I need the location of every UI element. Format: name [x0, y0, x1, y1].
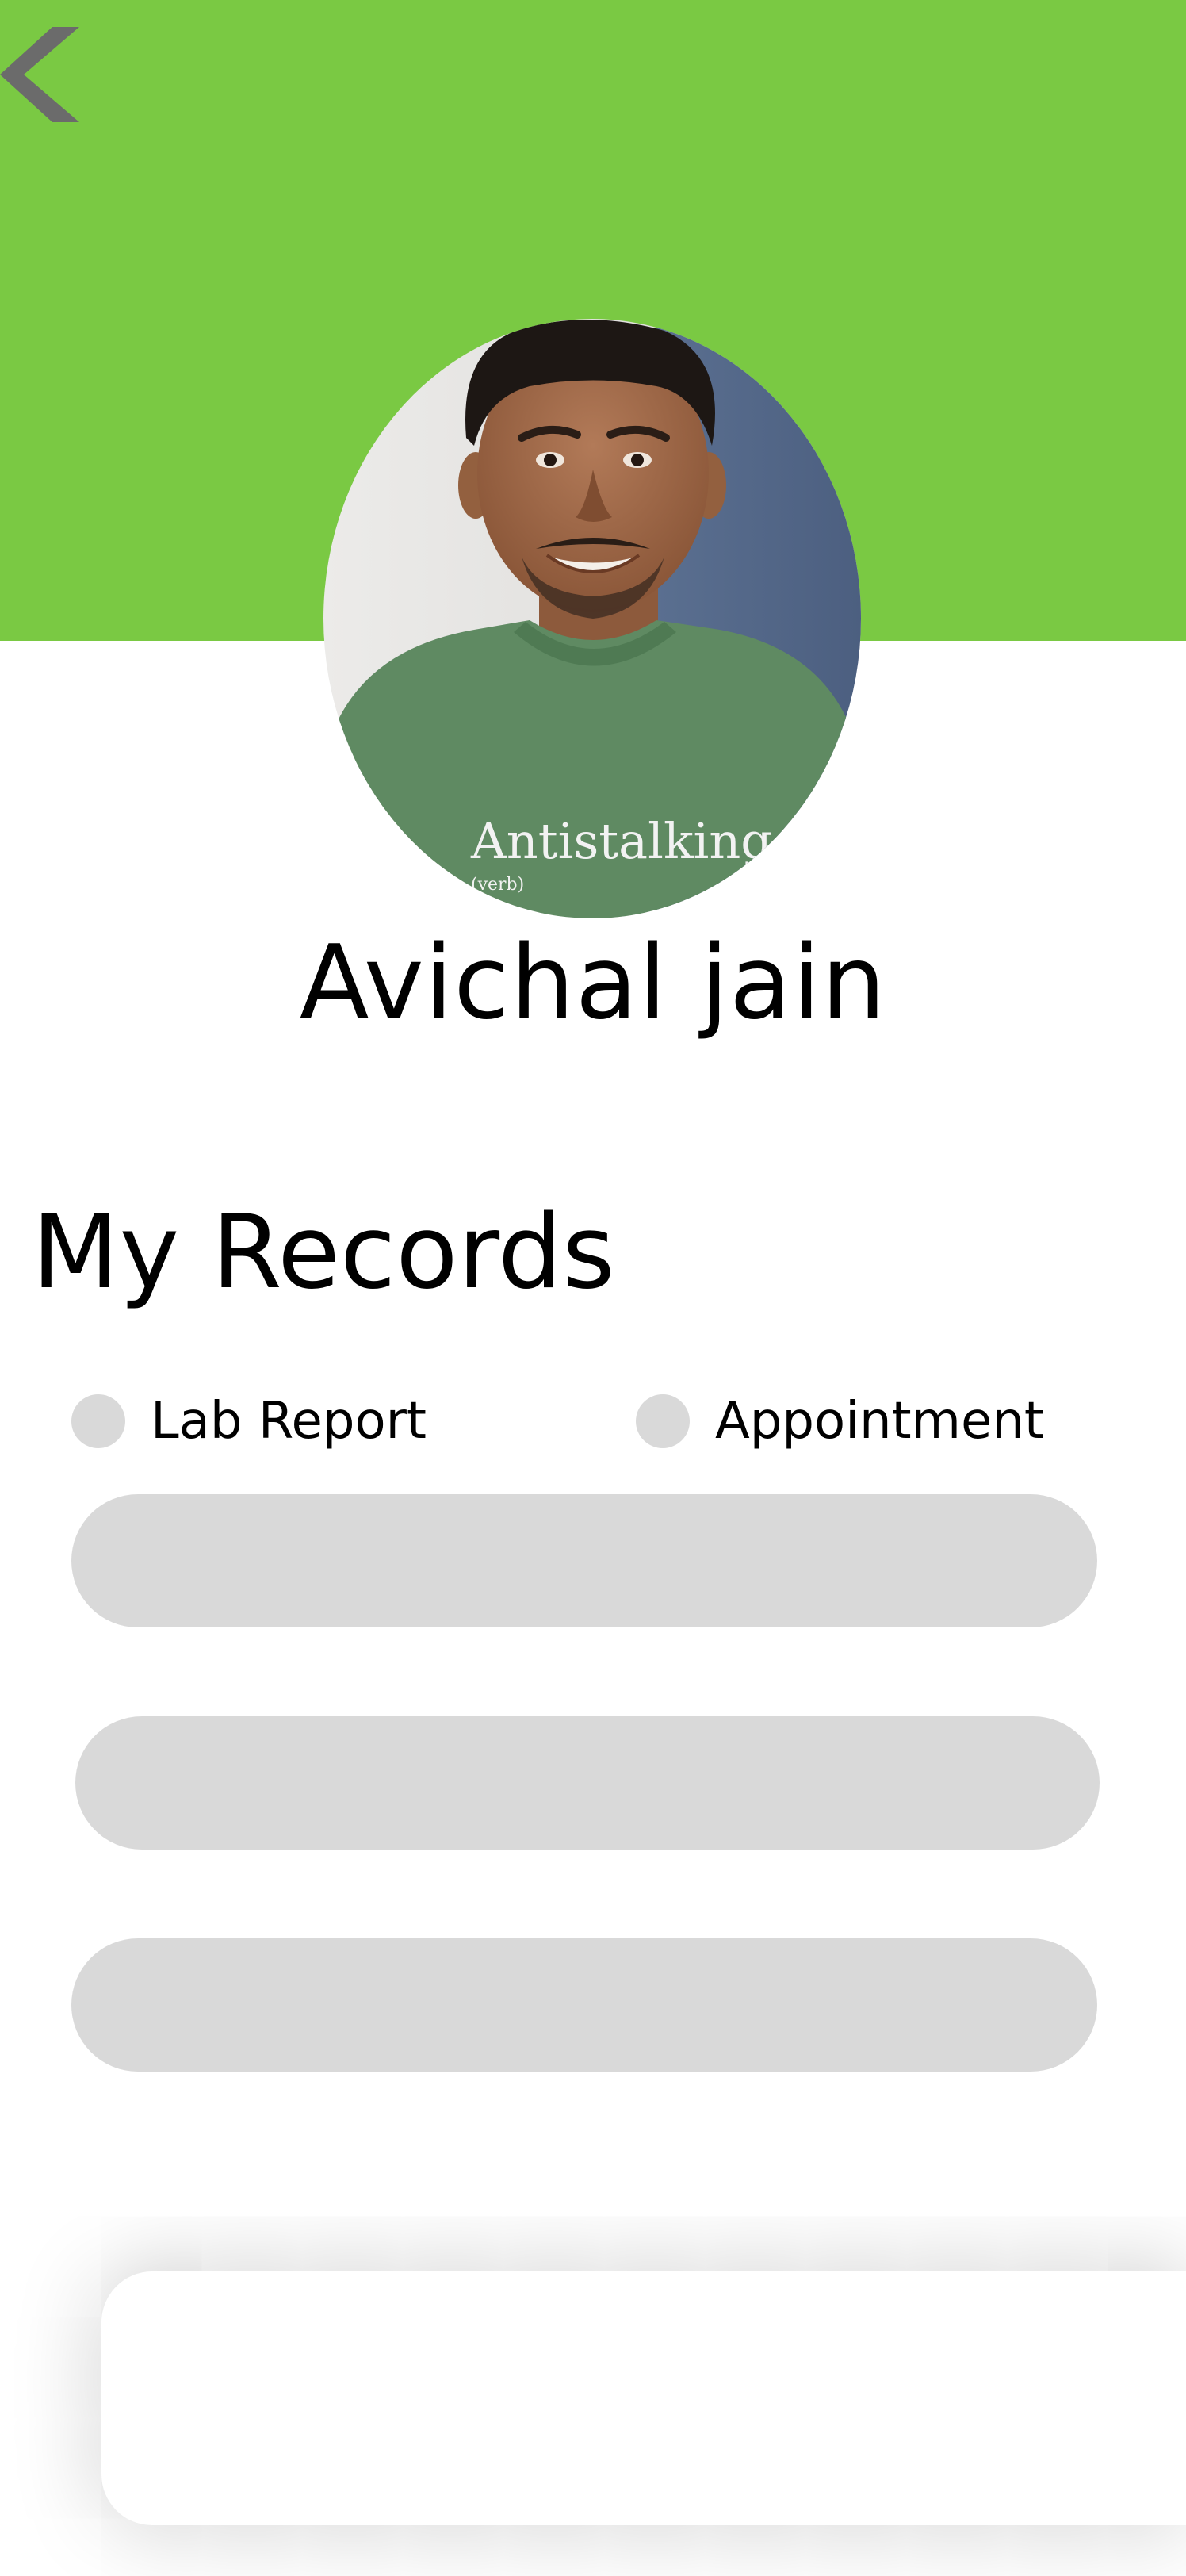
svg-text:Antistalking: Antistalking — [470, 812, 772, 870]
lab-report-label: Lab Report — [151, 1392, 427, 1451]
record-item-placeholder[interactable] — [71, 1494, 1097, 1627]
lab-report-radio[interactable] — [71, 1394, 125, 1448]
appointment-label: Appointment — [715, 1392, 1044, 1451]
appointment-radio[interactable] — [636, 1394, 690, 1448]
record-item-placeholder[interactable] — [75, 1716, 1100, 1850]
avatar: Antistalking (verb) — [323, 319, 861, 918]
appointment-option[interactable]: Appointment — [636, 1390, 1044, 1453]
lab-report-option[interactable]: Lab Report — [71, 1390, 427, 1453]
record-item-placeholder[interactable] — [71, 1938, 1097, 2072]
profile-name: Avichal jain — [299, 924, 887, 1042]
back-button[interactable] — [0, 27, 87, 130]
svg-text:(verb): (verb) — [471, 875, 524, 895]
my-records-title: My Records — [32, 1194, 615, 1312]
profile-photo: Antistalking (verb) — [323, 319, 861, 918]
chevron-left-icon — [0, 27, 79, 122]
bottom-card — [101, 2271, 1186, 2525]
